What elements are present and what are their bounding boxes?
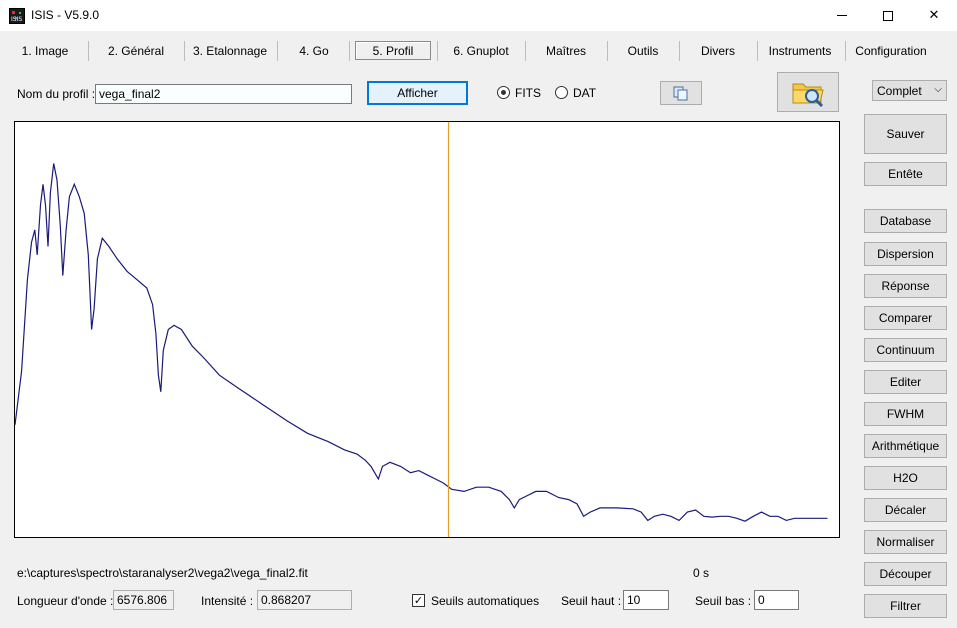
fits-radio-label: FITS: [515, 86, 541, 100]
folder-search-icon: [792, 83, 824, 108]
elapsed-time: 0 s: [693, 566, 710, 580]
tab-separator: [607, 41, 608, 61]
crop-button[interactable]: Découper: [864, 562, 947, 586]
fwhm-button[interactable]: FWHM: [864, 402, 947, 426]
spectrum-plot[interactable]: [14, 121, 840, 538]
tab-separator: [679, 41, 680, 61]
compare-button[interactable]: Comparer: [864, 306, 947, 330]
low-threshold-input[interactable]: 0: [754, 590, 799, 610]
show-button[interactable]: Afficher: [367, 81, 468, 105]
high-threshold-label: Seuil haut :: [561, 594, 622, 608]
tab-separator: [277, 41, 278, 61]
intensity-value: 0.868207: [257, 590, 352, 610]
low-threshold-label: Seuil bas :: [695, 594, 752, 608]
close-button[interactable]: ✕: [911, 0, 957, 31]
tab-separator: [349, 41, 350, 61]
copy-icon: [673, 86, 688, 101]
tab-configuration[interactable]: Configuration: [851, 40, 931, 62]
tab-separator: [184, 41, 185, 61]
maximize-button[interactable]: [865, 0, 911, 31]
continuum-button[interactable]: Continuum: [864, 338, 947, 362]
file-path: e:\captures\spectro\staranalyser2\vega2\…: [17, 566, 308, 580]
tab-bar: 1. Image 2. Général 3. Etalonnage 4. Go …: [0, 38, 957, 64]
title-bar: ISIS ISIS - V5.9.0 ✕: [0, 0, 957, 31]
tab-go[interactable]: 4. Go: [284, 40, 344, 62]
app-icon: ISIS: [9, 8, 25, 24]
fits-radio[interactable]: [497, 86, 510, 99]
minimize-button[interactable]: [819, 0, 865, 31]
dat-radio[interactable]: [555, 86, 568, 99]
wavelength-value: 6576.806: [113, 590, 174, 610]
dispersion-button[interactable]: Dispersion: [864, 242, 947, 266]
tab-gnuplot[interactable]: 6. Gnuplot: [443, 40, 519, 62]
tab-separator: [525, 41, 526, 61]
mode-select[interactable]: Complet ⌵: [872, 80, 947, 101]
tab-separator: [845, 41, 846, 61]
copy-button[interactable]: [660, 81, 702, 105]
tab-separator: [757, 41, 758, 61]
close-icon: ✕: [928, 8, 940, 23]
wavelength-label: Longueur d'onde :: [17, 594, 114, 608]
dat-radio-label: DAT: [573, 86, 597, 100]
spectrum-line: [15, 163, 828, 522]
open-file-button[interactable]: [777, 72, 839, 112]
edit-button[interactable]: Editer: [864, 370, 947, 394]
chevron-down-icon: ⌵: [934, 84, 942, 95]
tab-general[interactable]: 2. Général: [96, 40, 176, 62]
tab-image[interactable]: 1. Image: [10, 40, 80, 62]
normalize-button[interactable]: Normaliser: [864, 530, 947, 554]
tab-separator: [88, 41, 89, 61]
auto-threshold-label: Seuils automatiques: [431, 594, 540, 608]
tab-outils[interactable]: Outils: [613, 40, 673, 62]
tab-maitres[interactable]: Maîtres: [531, 40, 601, 62]
database-button[interactable]: Database: [864, 209, 947, 233]
auto-threshold-checkbox[interactable]: ✓: [412, 594, 425, 607]
arithmetic-button[interactable]: Arithmétique: [864, 434, 947, 458]
filter-button[interactable]: Filtrer: [864, 594, 947, 618]
shift-button[interactable]: Décaler: [864, 498, 947, 522]
tab-instruments[interactable]: Instruments: [763, 40, 837, 62]
tab-etalonnage[interactable]: 3. Etalonnage: [190, 40, 270, 62]
profile-name-input[interactable]: vega_final2: [95, 84, 352, 104]
header-button[interactable]: Entête: [864, 162, 947, 186]
window-title: ISIS - V5.9.0: [31, 8, 100, 22]
tab-profil[interactable]: 5. Profil: [355, 41, 431, 60]
tab-separator: [437, 41, 438, 61]
profile-name-label: Nom du profil :: [17, 87, 96, 101]
spectrum-chart: [15, 122, 828, 537]
save-button[interactable]: Sauver: [864, 114, 947, 154]
high-threshold-input[interactable]: 10: [623, 590, 669, 610]
response-button[interactable]: Réponse: [864, 274, 947, 298]
minimize-icon: [837, 15, 847, 16]
maximize-icon: [883, 10, 893, 21]
tab-divers[interactable]: Divers: [685, 40, 751, 62]
h2o-button[interactable]: H2O: [864, 466, 947, 490]
mode-select-value: Complet: [877, 84, 922, 98]
intensity-label: Intensité :: [201, 594, 254, 608]
